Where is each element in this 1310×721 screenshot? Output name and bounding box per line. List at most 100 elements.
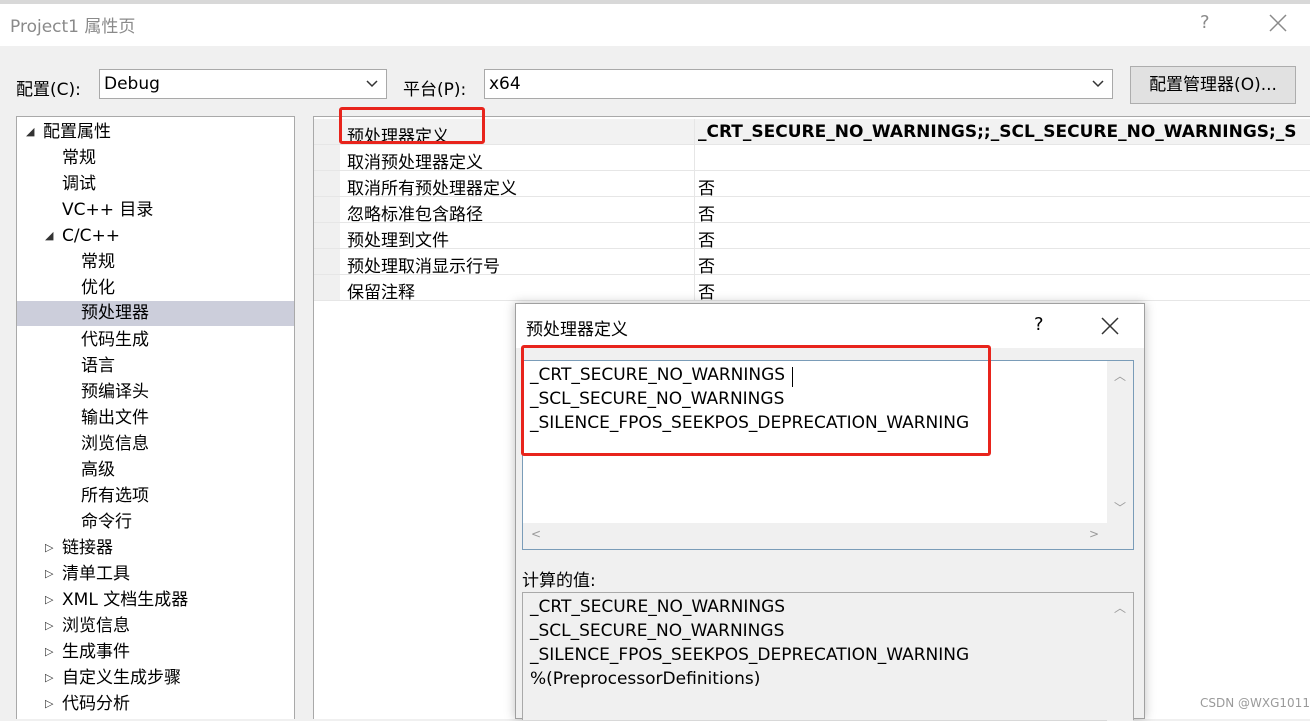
tree-item-custom-build-step[interactable]: 自定义生成步骤	[62, 666, 181, 690]
property-value[interactable]: 否	[698, 226, 1298, 251]
property-value[interactable]: _CRT_SECURE_NO_WARNINGS;;_SCL_SECURE_NO_…	[698, 122, 1298, 142]
property-row-preprocessor-definitions[interactable]: 预处理器定义 _CRT_SECURE_NO_WARNINGS;;_SCL_SEC…	[314, 119, 1310, 147]
tree-item-cpp[interactable]: C/C++	[62, 224, 120, 248]
scroll-up-icon[interactable]: ︿	[1114, 367, 1126, 384]
tree-item-optimization[interactable]: 优化	[81, 276, 115, 300]
evaluated-line: _SCL_SECURE_NO_WARNINGS	[530, 621, 785, 641]
tree-item-build-events[interactable]: 生成事件	[62, 640, 130, 664]
tree-item-xml-doc-generator[interactable]: XML 文档生成器	[62, 588, 188, 612]
tree-item-all-options[interactable]: 所有选项	[81, 484, 149, 508]
tree-item-code-generation[interactable]: 代码生成	[81, 328, 149, 352]
evaluated-value-box: _CRT_SECURE_NO_WARNINGS _SCL_SECURE_NO_W…	[522, 592, 1134, 721]
property-name: 预处理取消显示行号	[347, 257, 500, 277]
row-gutter	[314, 119, 340, 144]
dialog-title: 预处理器定义	[526, 320, 628, 340]
tree-item-output-files[interactable]: 输出文件	[81, 406, 149, 430]
close-icon	[1269, 14, 1287, 32]
tree-item-general[interactable]: 常规	[62, 146, 96, 170]
config-dropdown[interactable]: Debug	[99, 69, 387, 99]
property-name: 预处理器定义	[347, 127, 449, 147]
evaluated-value-label: 计算的值:	[522, 571, 596, 591]
property-value[interactable]: 否	[698, 252, 1298, 277]
expanded-triangle-icon[interactable]: ◢	[26, 125, 34, 138]
column-divider	[694, 223, 695, 248]
row-gutter	[314, 275, 340, 300]
help-button[interactable]: ?	[1200, 12, 1210, 33]
definition-line: _CRT_SECURE_NO_WARNINGS	[530, 365, 786, 385]
config-value: Debug	[104, 74, 160, 94]
collapsed-triangle-icon[interactable]: ▷	[45, 671, 53, 684]
property-value[interactable]: 否	[698, 278, 1298, 303]
property-name: 预处理到文件	[347, 231, 449, 251]
platform-label: 平台(P):	[403, 80, 467, 100]
property-value[interactable]: 否	[698, 200, 1298, 225]
close-button[interactable]	[1264, 10, 1292, 36]
property-name: 保留注释	[347, 283, 415, 303]
watermark: CSDN @WXG1011	[1200, 696, 1310, 710]
property-row-keep-comments[interactable]: 保留注释 否	[314, 275, 1310, 303]
platform-value: x64	[489, 74, 521, 94]
property-row-undefine-all[interactable]: 取消所有预处理器定义 否	[314, 171, 1310, 199]
property-row-undefine-preprocessor[interactable]: 取消预处理器定义	[314, 145, 1310, 173]
tree-item-vc-dirs[interactable]: VC++ 目录	[62, 198, 153, 222]
dialog-help-button[interactable]: ?	[1034, 314, 1044, 335]
definitions-edit-box[interactable]: _CRT_SECURE_NO_WARNINGS _SCL_SECURE_NO_W…	[522, 360, 1134, 550]
chevron-down-icon	[366, 80, 378, 88]
collapsed-triangle-icon[interactable]: ▷	[45, 697, 53, 710]
evaluated-line: _SILENCE_FPOS_SEEKPOS_DEPRECATION_WARNIN…	[530, 645, 970, 665]
tree-item-browse-information[interactable]: 浏览信息	[62, 614, 130, 638]
scroll-down-icon[interactable]: ﹀	[1114, 499, 1126, 516]
scroll-up-icon[interactable]: ︿	[1114, 599, 1126, 616]
tree-item-advanced[interactable]: 高级	[81, 458, 115, 482]
scroll-left-icon[interactable]: <	[531, 527, 541, 541]
close-icon	[1101, 317, 1119, 335]
property-name: 忽略标准包含路径	[347, 205, 483, 225]
tree-item-manifest-tool[interactable]: 清单工具	[62, 562, 130, 586]
collapsed-triangle-icon[interactable]: ▷	[45, 593, 53, 606]
dialog-close-button[interactable]	[1099, 315, 1121, 337]
collapsed-triangle-icon[interactable]: ▷	[45, 567, 53, 580]
preprocessor-definitions-dialog: 预处理器定义 ? _CRT_SECURE_NO_WARNINGS _SCL_SE…	[515, 303, 1145, 721]
tree-item-command-line[interactable]: 命令行	[81, 510, 132, 534]
expanded-triangle-icon[interactable]: ◢	[45, 229, 53, 242]
column-divider	[694, 145, 695, 170]
config-label: 配置(C):	[16, 80, 81, 100]
config-manager-button[interactable]: 配置管理器(O)...	[1130, 66, 1296, 104]
tree-item-browse-info[interactable]: 浏览信息	[81, 432, 149, 456]
tree-item-config-properties[interactable]: 配置属性	[43, 120, 111, 144]
row-gutter	[314, 249, 340, 274]
property-value[interactable]: 否	[698, 174, 1298, 199]
tree-item-label: 预处理器	[81, 303, 149, 323]
vertical-scrollbar[interactable]: ︿ ﹀	[1107, 361, 1133, 523]
tree-item-code-analysis[interactable]: 代码分析	[62, 692, 130, 716]
tree-item-precompiled-headers[interactable]: 预编译头	[81, 380, 149, 404]
column-divider	[694, 249, 695, 274]
text-caret	[792, 367, 793, 387]
property-name: 取消所有预处理器定义	[347, 179, 517, 199]
platform-dropdown[interactable]: x64	[484, 69, 1113, 99]
tree-item-preprocessor[interactable]: 预处理器	[17, 301, 294, 326]
tree-item-debugging[interactable]: 调试	[62, 172, 96, 196]
config-tree: ◢ 配置属性 常规 调试 VC++ 目录 ◢ C/C++ 常规 优化 预处理器 …	[16, 116, 295, 719]
scroll-right-icon[interactable]: >	[1089, 527, 1099, 541]
row-gutter	[314, 223, 340, 248]
tree-item-linker[interactable]: 链接器	[62, 536, 113, 560]
column-divider	[694, 171, 695, 196]
horizontal-scrollbar[interactable]: < >	[523, 523, 1107, 549]
evaluated-line: %(PreprocessorDefinitions)	[530, 669, 761, 689]
chevron-down-icon	[1092, 80, 1104, 88]
definition-line: _SILENCE_FPOS_SEEKPOS_DEPRECATION_WARNIN…	[530, 413, 970, 433]
property-row-preprocess-to-file[interactable]: 预处理到文件 否	[314, 223, 1310, 251]
collapsed-triangle-icon[interactable]: ▷	[45, 619, 53, 632]
definition-line: _SCL_SECURE_NO_WARNINGS	[530, 389, 785, 409]
row-gutter	[314, 197, 340, 222]
collapsed-triangle-icon[interactable]: ▷	[45, 541, 53, 554]
vertical-scrollbar[interactable]: ︿	[1107, 593, 1133, 721]
property-row-ignore-standard-include[interactable]: 忽略标准包含路径 否	[314, 197, 1310, 225]
property-row-suppress-line-numbers[interactable]: 预处理取消显示行号 否	[314, 249, 1310, 277]
dialog-titlebar: 预处理器定义 ?	[516, 304, 1144, 348]
tree-item-cpp-general[interactable]: 常规	[81, 250, 115, 274]
evaluated-line: _CRT_SECURE_NO_WARNINGS	[530, 597, 786, 617]
collapsed-triangle-icon[interactable]: ▷	[45, 645, 53, 658]
tree-item-language[interactable]: 语言	[81, 354, 115, 378]
